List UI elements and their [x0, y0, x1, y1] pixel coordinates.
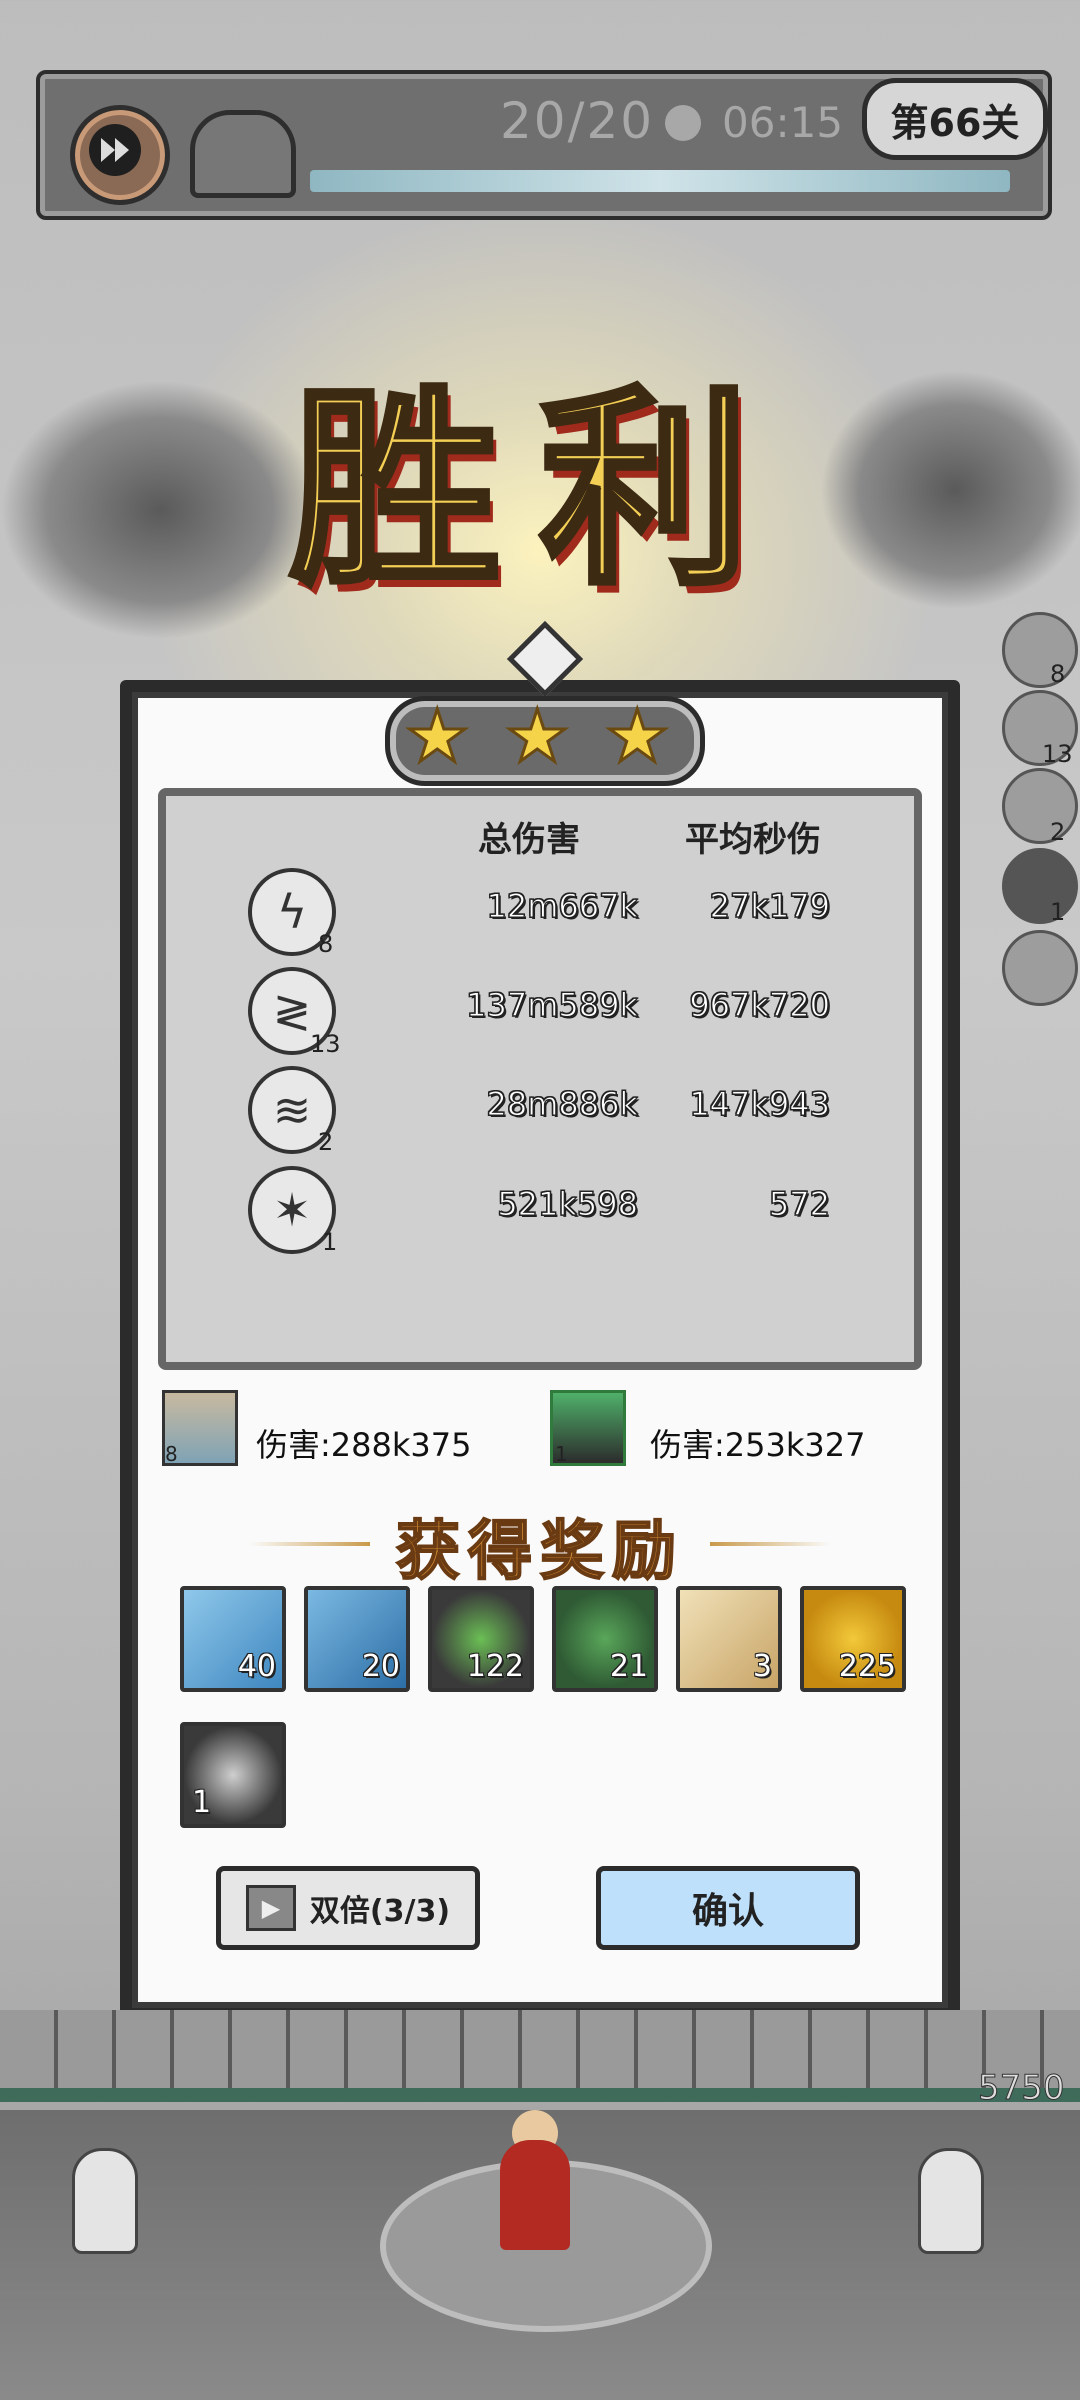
ore-chunk-icon[interactable]: 1: [180, 1722, 286, 1828]
reward-count: 3: [752, 1649, 772, 1684]
side-skill-icon: [1002, 848, 1078, 924]
skill-avg-dps: 147k943: [689, 1085, 831, 1124]
skill-avg-dps: 572: [768, 1185, 830, 1224]
castle-wall: [0, 2010, 1080, 2100]
double-reward-label: 双倍(3/3): [309, 1894, 451, 1929]
header-avg-dps: 平均秒伤: [685, 820, 821, 860]
side-skill-level: 13: [1042, 740, 1073, 768]
star-icon: ★: [504, 694, 572, 778]
reward-count: 40: [237, 1649, 276, 1684]
side-skill-icon: [1002, 612, 1078, 688]
header-total-damage: 总伤害: [478, 820, 580, 860]
skill-level: 13: [310, 1030, 341, 1058]
hero-damage: 伤害:288k375: [256, 1426, 472, 1464]
skill-avg-dps: 27k179: [709, 887, 830, 926]
green-essence-icon[interactable]: 122: [428, 1586, 534, 1692]
side-skill-level: 2: [1050, 818, 1066, 846]
rewards-title: 获得奖励: [395, 1513, 684, 1590]
skill-level: 8: [318, 930, 334, 958]
hero-level: 1: [555, 1442, 568, 1466]
side-skill-level: 8: [1050, 660, 1066, 688]
treasure-chest-icon[interactable]: [190, 110, 296, 198]
ally-character-right: [918, 2148, 984, 2254]
comet-scroll-icon[interactable]: 20: [304, 1586, 410, 1692]
hero-damage: 伤害:253k327: [650, 1426, 866, 1464]
reward-count: 20: [361, 1649, 400, 1684]
fast-forward-button[interactable]: [70, 105, 170, 205]
reward-count: 21: [609, 1649, 648, 1684]
base-hp-text: 5750: [978, 2068, 1066, 2109]
level-badge: 第66关: [862, 78, 1048, 160]
skill-level: 2: [318, 1128, 334, 1156]
reward-count: 1: [192, 1785, 212, 1820]
wave-counter: 20/20: [500, 92, 655, 150]
victory-title: 胜利: [287, 363, 790, 616]
exp-orb-icon[interactable]: 21: [552, 1586, 658, 1692]
double-reward-button[interactable]: ▶ 双倍(3/3): [216, 1866, 480, 1950]
ally-character-left: [72, 2148, 138, 2254]
title-decoration: [710, 1542, 830, 1546]
wall-hp-bar: [0, 2088, 1080, 2102]
side-skill-level: 1: [1050, 898, 1066, 926]
skill-total-damage: 12m667k: [486, 887, 639, 926]
skill-total-damage: 28m886k: [486, 1085, 639, 1124]
video-icon: ▶: [245, 1885, 296, 1931]
ice-scroll-icon[interactable]: 40: [180, 1586, 286, 1692]
hero-level: 8: [165, 1442, 178, 1466]
clock-icon: [665, 105, 701, 141]
reward-count: 122: [466, 1649, 524, 1684]
map-scroll-icon[interactable]: 3: [676, 1586, 782, 1692]
skill-avg-dps: 967k720: [689, 986, 831, 1025]
side-skill-icon: [1002, 768, 1078, 844]
reward-count: 225: [838, 1649, 896, 1684]
skill-level: 1: [322, 1228, 338, 1256]
side-skill-slot-empty: [1002, 930, 1078, 1006]
tree-right: [820, 370, 1080, 610]
star-icon: ★: [404, 694, 472, 778]
timer-text: 06:15: [722, 98, 844, 147]
mage-character: [500, 2140, 570, 2250]
wave-progress-bar: [310, 170, 1010, 192]
star-icon: ★: [604, 694, 672, 778]
skill-total-damage: 521k598: [497, 1185, 639, 1224]
confirm-label: 确认: [691, 1891, 764, 1932]
skill-total-damage: 137m589k: [466, 986, 639, 1025]
title-decoration: [250, 1542, 370, 1546]
confirm-button[interactable]: 确认: [596, 1866, 860, 1950]
fast-forward-icon: [89, 124, 141, 176]
gold-coin-icon[interactable]: 225: [800, 1586, 906, 1692]
